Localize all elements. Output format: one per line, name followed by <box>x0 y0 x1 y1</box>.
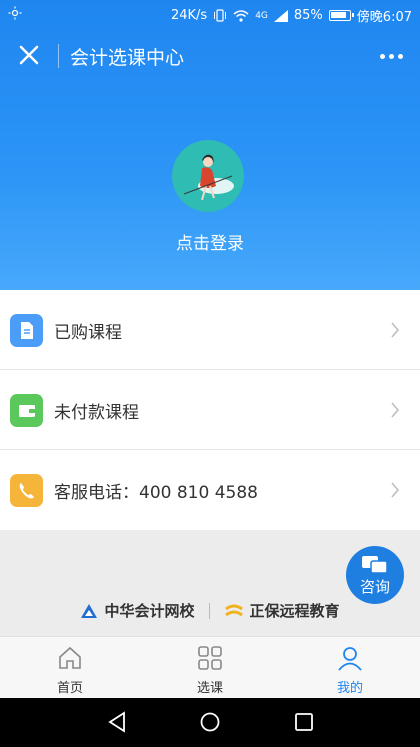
menu-item-label: 客服电话：400 810 4588 <box>54 483 258 503</box>
cdel-logo-icon <box>224 604 243 616</box>
battery-percent: 85% <box>293 8 323 23</box>
tab-label: 首页 <box>56 681 83 696</box>
tab-home[interactable]: 首页 <box>0 637 140 698</box>
signal-icon <box>273 9 288 22</box>
brand-name: 正保远程教育 <box>249 602 340 620</box>
account-menu: 已购课程 未付款课程 客服电话：400 810 4588 <box>0 290 420 530</box>
more-dot-icon <box>388 53 394 59</box>
consult-button[interactable]: 咨询 <box>346 546 404 604</box>
system-nav-bar <box>0 698 420 747</box>
avatar-illustration <box>183 154 234 201</box>
tab-label: 我的 <box>336 681 363 696</box>
network-type: 4G <box>255 10 268 21</box>
menu-item-customer-service[interactable]: 客服电话：400 810 4588 <box>0 450 420 530</box>
title-divider <box>58 44 59 68</box>
wallet-icon <box>10 394 43 427</box>
battery-icon <box>328 10 354 21</box>
wifi-icon <box>233 9 249 22</box>
menu-item-label: 未付款课程 <box>54 403 139 423</box>
tab-courses[interactable]: 选课 <box>140 637 280 698</box>
tab-label: 选课 <box>196 681 223 696</box>
profile-header: 24K/s 4G 85% 傍晚6:07 会计选课中心 点击登录 <box>0 0 420 290</box>
document-icon <box>10 314 43 347</box>
status-bar: 24K/s 4G 85% 傍晚6:07 <box>0 0 420 28</box>
page-title: 会计选课中心 <box>70 47 185 69</box>
menu-item-unpaid-courses[interactable]: 未付款课程 <box>0 370 420 450</box>
menu-item-label: 已购课程 <box>54 323 122 343</box>
chat-bubble-icon <box>362 556 388 574</box>
home-icon <box>59 646 81 669</box>
clock: 傍晚6:07 <box>356 10 412 25</box>
brand-chinaacc: 中华会计网校 <box>80 600 195 621</box>
chevron-right-icon <box>391 482 399 498</box>
home-button-icon[interactable] <box>198 710 222 734</box>
close-icon[interactable] <box>14 40 44 70</box>
avatar[interactable] <box>172 140 244 212</box>
more-dot-icon <box>379 53 385 59</box>
chevron-right-icon <box>391 322 399 338</box>
recents-icon[interactable] <box>292 710 316 734</box>
tab-mine[interactable]: 我的 <box>280 637 420 698</box>
menu-item-purchased-courses[interactable]: 已购课程 <box>0 290 420 370</box>
login-link[interactable]: 点击登录 <box>0 229 420 254</box>
brand-footer: 中华会计网校 正保远程教育 <box>0 600 420 621</box>
more-menu-button[interactable] <box>376 44 406 68</box>
back-icon[interactable] <box>106 710 130 734</box>
title-bar: 会计选课中心 <box>0 28 420 84</box>
phone-icon <box>10 474 43 507</box>
brand-cdel: 正保远程教育 <box>224 600 340 621</box>
brand-name: 中华会计网校 <box>104 602 195 620</box>
brightness-icon <box>8 6 22 20</box>
network-speed: 24K/s <box>170 8 208 23</box>
grid-icon <box>198 646 222 670</box>
more-dot-icon <box>397 53 403 59</box>
chinaacc-logo-icon <box>81 603 98 618</box>
vibrate-icon <box>214 9 227 22</box>
brand-divider <box>208 602 210 619</box>
chevron-right-icon <box>391 402 399 418</box>
consult-label: 咨询 <box>359 578 390 596</box>
user-icon <box>338 647 362 671</box>
bottom-tab-bar: 首页 选课 我的 <box>0 636 420 698</box>
